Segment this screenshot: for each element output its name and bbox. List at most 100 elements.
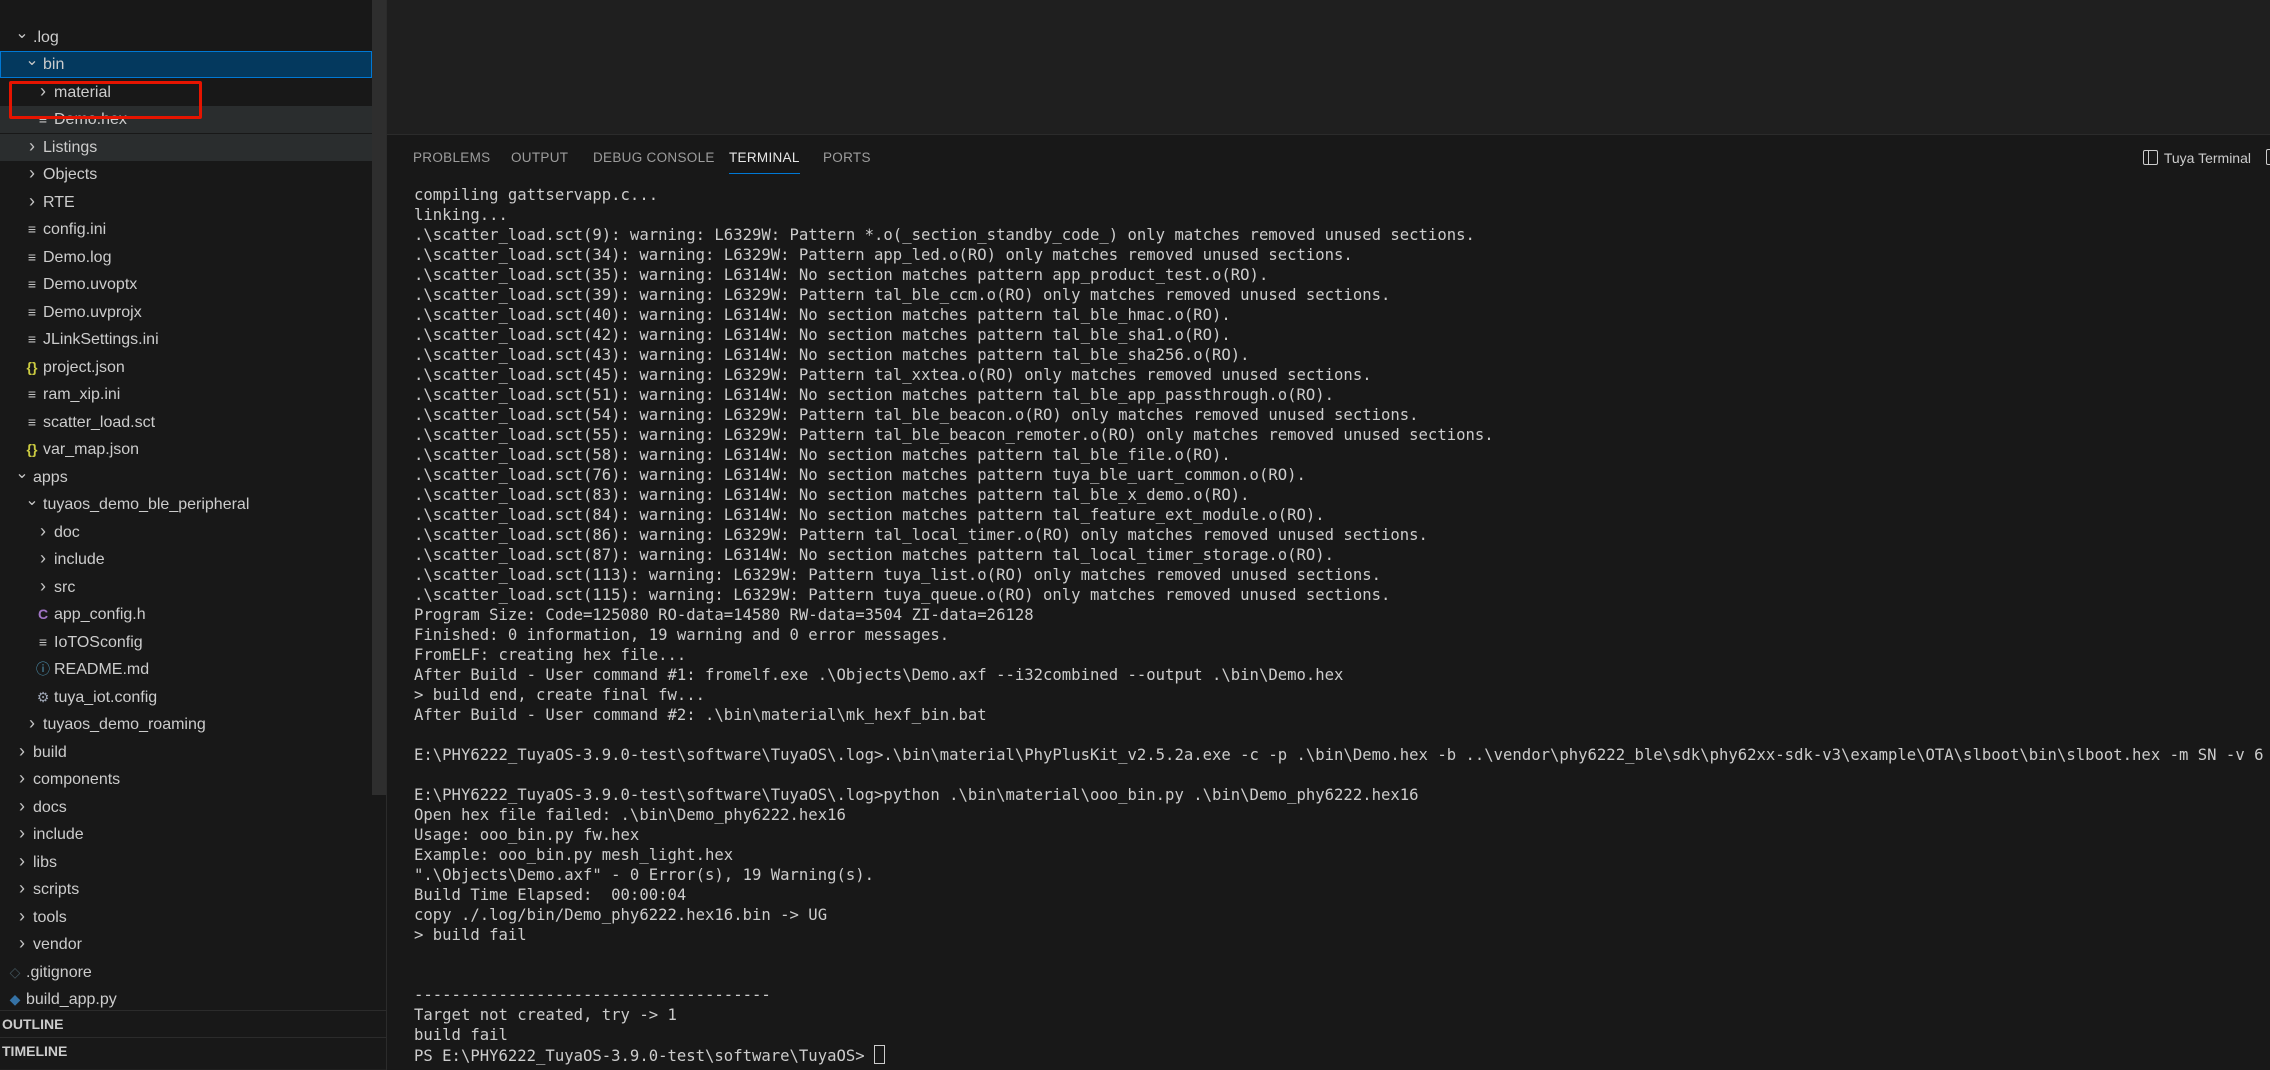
terminal-cursor — [874, 1045, 886, 1064]
explorer-item-config-ini[interactable]: ≡ config.ini — [0, 216, 372, 243]
explorer-item-demo-uvprojx[interactable]: ≡ Demo.uvprojx — [0, 299, 372, 326]
explorer-item-components[interactable]: › components — [0, 766, 372, 793]
explorer-item-objects[interactable]: › Objects — [0, 161, 372, 188]
explorer-item-tuya-iot-config[interactable]: ⚙ tuya_iot.config — [0, 684, 372, 711]
explorer-item-doc[interactable]: › doc — [0, 519, 372, 546]
terminal-line: .\scatter_load.sct(34): warning: L6329W:… — [414, 245, 2264, 265]
explorer-item-label: IoTOSconfig — [54, 633, 143, 651]
file-lines-icon: ≡ — [27, 413, 37, 430]
terminal-line-text: > build end, create final fw... — [414, 686, 706, 704]
file-lines-icon: ≡ — [27, 248, 37, 265]
explorer-item-label: scripts — [33, 881, 80, 898]
explorer-item-rte[interactable]: › RTE — [0, 189, 372, 216]
chevron-right-icon: › — [19, 823, 25, 843]
terminal-output[interactable]: compiling gattservapp.c... linking... .\sc… — [414, 185, 2264, 1065]
terminal-line-text: compiling gattservapp.c... — [414, 186, 659, 204]
terminal-line: .\scatter_load.sct(76): warning: L6314W:… — [414, 465, 2264, 485]
explorer-item-bin[interactable]: ⌄ bin — [0, 51, 372, 78]
explorer-item-tools[interactable]: › tools — [0, 904, 372, 931]
explorer-item-scripts[interactable]: › scripts — [0, 876, 372, 903]
terminal-line-text: .\scatter_load.sct(87): warning: L6314W:… — [414, 546, 1335, 564]
explorer-item-log[interactable]: ⌄ .log — [0, 24, 372, 51]
file-lines-icon: ≡ — [27, 386, 37, 402]
explorer-item-app-config-h[interactable]: Capp_config.h — [0, 601, 372, 628]
chevron-right-icon: › — [29, 163, 35, 183]
json-braces-icon: {} — [26, 358, 38, 375]
explorer-item-label: docs — [33, 798, 67, 816]
terminal-line-text: .\scatter_load.sct(9): warning: L6329W: … — [414, 226, 1475, 244]
split-terminal-icon[interactable] — [2266, 149, 2270, 165]
explorer-item-include[interactable]: › include — [0, 546, 372, 573]
explorer-item-apps[interactable]: ⌄ apps — [0, 464, 372, 491]
tab-output[interactable]: OUTPUT — [511, 147, 568, 173]
terminal-line: .\scatter_load.sct(9): warning: L6329W: … — [414, 225, 2264, 245]
chevron-right-icon: › — [19, 795, 25, 816]
terminal-line: .\scatter_load.sct(55): warning: L6329W:… — [414, 425, 2264, 445]
tab-problems[interactable]: PROBLEMS — [413, 147, 490, 173]
terminal-line: Finished: 0 information, 19 warning and … — [414, 625, 2264, 645]
terminal-line: Build Time Elapsed: 00:00:04 — [414, 885, 2264, 905]
tab-terminal[interactable]: TERMINAL — [729, 147, 800, 174]
explorer-item-scatter-load-sct[interactable]: ≡ scatter_load.sct — [0, 409, 372, 436]
explorer-item-libs[interactable]: › libs — [0, 849, 372, 876]
terminal-line-text: E:\PHY6222_TuyaOS-3.9.0-test\software\Tu… — [414, 746, 2264, 764]
tab-debug-console[interactable]: DEBUG CONSOLE — [593, 147, 715, 173]
terminal-line: .\scatter_load.sct(84): warning: L6314W:… — [414, 505, 2264, 525]
terminal-line: E:\PHY6222_TuyaOS-3.9.0-test\software\Tu… — [414, 745, 2264, 765]
explorer-item-gitignore[interactable]: ◇ .gitignore — [0, 959, 372, 986]
terminal-line: .\scatter_load.sct(54): warning: L6329W:… — [414, 405, 2264, 425]
panel-tab-bar: PROBLEMS OUTPUT DEBUG CONSOLE TERMINAL P… — [387, 135, 2270, 179]
terminal-line: .\scatter_load.sct(42): warning: L6314W:… — [414, 325, 2264, 345]
explorer-item-build-app-py[interactable]: ◆ build_app.py — [0, 986, 372, 1010]
explorer-item-build[interactable]: › build — [0, 739, 372, 766]
terminal-line: After Build - User command #2: .\bin\mat… — [414, 705, 2264, 725]
terminal-line: > build fail — [414, 925, 2264, 945]
explorer-item-docs[interactable]: › docs — [0, 794, 372, 821]
explorer-item-ram-xip-ini[interactable]: ≡ ram_xip.ini — [0, 381, 372, 408]
explorer-item-include[interactable]: › include — [0, 821, 372, 848]
terminal-line-text: .\scatter_load.sct(40): warning: L6314W:… — [414, 306, 1231, 324]
terminal-line-text: .\scatter_load.sct(58): warning: L6314W:… — [414, 446, 1231, 464]
explorer-item-listings[interactable]: › Listings — [0, 133, 372, 161]
tab-ports[interactable]: PORTS — [823, 147, 871, 173]
explorer-tree: ›...⌄.log⌄bin›material≡Demo.hex›Listings… — [0, 0, 372, 1010]
explorer-item-demo-log[interactable]: ≡ Demo.log — [0, 244, 372, 271]
chevron-right-icon: › — [40, 520, 46, 541]
terminal-selector[interactable]: Tuya Terminal — [2142, 147, 2251, 169]
explorer-scrollbar[interactable] — [372, 0, 386, 795]
chevron-down-icon: ⌄ — [15, 464, 29, 482]
explorer-item-var-map-json[interactable]: {} var_map.json — [0, 436, 372, 463]
info-icon: ⓘ — [36, 661, 50, 677]
terminal-line: copy ./.log/bin/Demo_phy6222.hex16.bin -… — [414, 905, 2264, 925]
terminal-line-text: PS E:\PHY6222_TuyaOS-3.9.0-test\software… — [414, 1047, 875, 1065]
explorer-item-tuyaos-demo-roaming[interactable]: › tuyaos_demo_roaming — [0, 711, 372, 738]
terminal-line-text: Usage: ooo_bin.py fw.hex — [414, 826, 640, 844]
file-lines-icon: ≡ — [27, 221, 37, 237]
explorer-item-iotosconfig[interactable]: ≡ IoTOSconfig — [0, 629, 372, 656]
explorer-sidebar: ›...⌄.log⌄bin›material≡Demo.hex›Listings… — [0, 0, 386, 1069]
explorer-item-tuyaos-demo-ble-peripheral[interactable]: ⌄ tuyaos_demo_ble_peripheral — [0, 491, 372, 518]
explorer-item-jlinksettings-ini[interactable]: ≡ JLinkSettings.ini — [0, 326, 372, 353]
explorer-item-src[interactable]: › src — [0, 574, 372, 601]
outline-pane-header[interactable]: OUTLINE — [0, 1010, 386, 1037]
explorer-item-vendor[interactable]: › vendor — [0, 931, 372, 958]
explorer-item-label: tuya_iot.config — [54, 688, 158, 706]
timeline-pane-header[interactable]: TIMELINE — [0, 1037, 386, 1064]
explorer-item-label: Objects — [43, 166, 98, 183]
chevron-right-icon: › — [19, 905, 25, 926]
terminal-line: PS E:\PHY6222_TuyaOS-3.9.0-test\software… — [414, 1045, 2264, 1065]
explorer-item-readme-md[interactable]: ⓘ README.md — [0, 656, 372, 683]
terminal-line: Program Size: Code=125080 RO-data=14580 … — [414, 605, 2264, 625]
terminal-line: .\scatter_load.sct(40): warning: L6314W:… — [414, 305, 2264, 325]
terminal-line: Target not created, try -> 1 — [414, 1005, 2264, 1025]
outline-label: OUTLINE — [2, 1016, 64, 1032]
explorer-item-project-json[interactable]: {} project.json — [0, 354, 372, 381]
terminal-line: FromELF: creating hex file... — [414, 645, 2264, 665]
terminal-line: E:\PHY6222_TuyaOS-3.9.0-test\software\Tu… — [414, 785, 2264, 805]
terminal-line-text: After Build - User command #1: fromelf.e… — [414, 666, 1344, 684]
terminal-line-text: .\scatter_load.sct(51): warning: L6314W:… — [414, 386, 1335, 404]
explorer-item-label: JLinkSettings.ini — [43, 331, 159, 348]
explorer-item-demo-uvoptx[interactable]: ≡ Demo.uvoptx — [0, 271, 372, 298]
chevron-right-icon: › — [29, 190, 35, 211]
